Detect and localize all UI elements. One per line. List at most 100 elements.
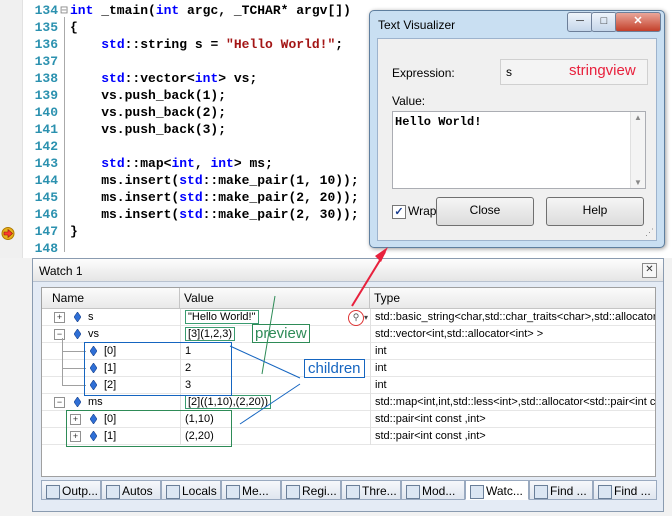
line-number: 138 xyxy=(34,71,58,86)
tree-line xyxy=(62,338,63,386)
find-icon xyxy=(598,485,612,499)
row-type: int xyxy=(370,360,655,377)
collapse-icon[interactable]: ⊟ xyxy=(58,2,70,19)
expression-field[interactable]: s stringview xyxy=(500,59,648,85)
scroll-down-icon[interactable]: ▼ xyxy=(631,178,645,187)
watch-icon xyxy=(470,485,484,499)
close-icon[interactable]: ✕ xyxy=(615,12,661,32)
close-icon[interactable]: ✕ xyxy=(642,263,657,278)
wrap-checkbox[interactable]: ✓ xyxy=(392,205,406,219)
code-line[interactable]: 146 ms.insert(std::make_pair(2, 30)); xyxy=(22,206,359,223)
code-line[interactable]: 137 xyxy=(22,53,70,70)
code-line[interactable]: 140 vs.push_back(2); xyxy=(22,104,226,121)
table-row[interactable]: + s "Hello World!" ⚲ ▾ std::basic_string… xyxy=(42,309,655,326)
line-number: 139 xyxy=(34,88,58,103)
table-row[interactable]: − vs [3](1,2,3) std::vector<int,std::all… xyxy=(42,326,655,343)
code-text: vs.push_back(2); xyxy=(70,105,227,120)
tree-line xyxy=(62,351,86,352)
code-text: ms.insert(std::make_pair(2, 30)); xyxy=(70,207,359,222)
line-number: 135 xyxy=(34,20,58,35)
code-line[interactable]: 142 xyxy=(22,138,70,155)
row-name: ms xyxy=(88,396,103,408)
watch-title: Watch 1 xyxy=(39,264,83,278)
code-text: { xyxy=(70,20,78,35)
close-button[interactable]: Close xyxy=(436,197,534,226)
dialog-body: Expression: s stringview Value: Hello Wo… xyxy=(377,38,657,241)
text-visualizer-dialog[interactable]: Text Visualizer ─ □ ✕ Expression: s stri… xyxy=(369,10,665,248)
variable-icon xyxy=(74,329,81,339)
tab-watch[interactable]: Watc... xyxy=(465,480,529,500)
collapse-icon[interactable]: − xyxy=(54,329,65,340)
tab-find-results-1[interactable]: Find ... xyxy=(529,480,593,500)
watch-grid[interactable]: Name Value Type + s "Hello World!" ⚲ ▾ s… xyxy=(41,287,656,477)
maximize-icon[interactable]: □ xyxy=(591,12,617,32)
tab-modules[interactable]: Mod... xyxy=(401,480,465,500)
code-text: int _tmain(int argc, _TCHAR* argv[]) xyxy=(70,3,351,18)
watch-window[interactable]: Watch 1 ✕ Name Value Type + s "Hello Wor… xyxy=(32,258,664,512)
row-type: std::pair<int const ,int> xyxy=(370,411,655,428)
line-number: 144 xyxy=(34,173,58,188)
wrap-label: Wrap xyxy=(408,204,437,218)
watch-grid-header: Name Value Type xyxy=(42,288,655,309)
code-line[interactable]: 143 std::map<int, int> ms; xyxy=(22,155,273,172)
value-textarea[interactable]: Hello World! ▲ ▼ xyxy=(392,111,646,189)
tab-threads[interactable]: Thre... xyxy=(341,480,401,500)
code-line[interactable]: 135 { xyxy=(22,19,78,36)
tab-registers[interactable]: Regi... xyxy=(281,480,341,500)
current-statement-arrow-icon xyxy=(1,227,15,240)
tab-memory[interactable]: Me... xyxy=(221,480,281,500)
line-number: 143 xyxy=(34,156,58,171)
code-line[interactable]: 147} xyxy=(22,223,78,240)
row-value[interactable]: "Hello World!" xyxy=(185,310,259,324)
children-box xyxy=(84,342,232,396)
code-line[interactable]: 134 ⊟ int _tmain(int argc, _TCHAR* argv[]) xyxy=(22,2,351,19)
magnifier-icon[interactable]: ⚲ xyxy=(348,310,364,326)
line-number: 134 xyxy=(34,3,58,18)
code-line[interactable]: 141 vs.push_back(3); xyxy=(22,121,226,138)
resize-grip-icon[interactable]: ⋰ xyxy=(645,227,654,238)
tab-find-results-2[interactable]: Find ... xyxy=(593,480,657,500)
line-number: 136 xyxy=(34,37,58,52)
code-line[interactable]: 144 ms.insert(std::make_pair(1, 10)); xyxy=(22,172,359,189)
code-text: ms.insert(std::make_pair(1, 10)); xyxy=(70,173,359,188)
column-header-name[interactable]: Name xyxy=(42,288,180,308)
chevron-down-icon[interactable]: ▾ xyxy=(364,309,368,326)
line-number: 147 xyxy=(34,224,58,239)
tree-line xyxy=(62,368,86,369)
expand-icon[interactable]: + xyxy=(54,312,65,323)
row-value[interactable]: [3](1,2,3) xyxy=(185,327,236,341)
code-line[interactable]: 138 std::vector<int> vs; xyxy=(22,70,258,87)
row-type: std::map<int,int,std::less<int>,std::all… xyxy=(370,394,655,411)
expression-label: Expression: xyxy=(392,66,455,80)
row-type: std::basic_string<char,std::char_traits<… xyxy=(370,309,655,326)
value-text: Hello World! xyxy=(395,115,482,129)
row-value[interactable]: [2]((1,10),(2,20)) xyxy=(185,395,272,409)
minimize-icon[interactable]: ─ xyxy=(567,12,593,32)
collapse-icon[interactable]: − xyxy=(54,397,65,408)
help-button[interactable]: Help xyxy=(546,197,644,226)
line-number: 148 xyxy=(34,241,58,256)
row-name: s xyxy=(88,311,94,323)
preview-annotation: preview xyxy=(252,324,310,343)
column-header-type[interactable]: Type xyxy=(370,288,655,308)
value-scrollbar[interactable]: ▲ ▼ xyxy=(630,112,645,188)
children-annotation: children xyxy=(304,359,365,378)
code-line[interactable]: 139 vs.push_back(1); xyxy=(22,87,226,104)
output-icon xyxy=(46,485,60,499)
tree-line xyxy=(62,385,86,386)
column-header-value[interactable]: Value xyxy=(180,288,370,308)
tab-autos[interactable]: Autos xyxy=(101,480,161,500)
code-text: std::vector<int> vs; xyxy=(101,71,258,86)
code-line[interactable]: 136 std::string s = "Hello World!"; xyxy=(22,36,343,53)
modules-icon xyxy=(406,485,420,499)
tab-locals[interactable]: Locals xyxy=(161,480,221,500)
locals-icon xyxy=(166,485,180,499)
editor-gutter[interactable] xyxy=(0,0,23,258)
code-line[interactable]: 145 ms.insert(std::make_pair(2, 20)); xyxy=(22,189,359,206)
table-row[interactable]: − ms [2]((1,10),(2,20)) std::map<int,int… xyxy=(42,394,655,411)
code-line[interactable]: 148 xyxy=(22,240,70,257)
scroll-up-icon[interactable]: ▲ xyxy=(631,113,645,122)
tab-output[interactable]: Outp... xyxy=(41,480,101,500)
watch-title-bar[interactable]: Watch 1 ✕ xyxy=(33,259,663,282)
line-number: 142 xyxy=(34,139,58,154)
